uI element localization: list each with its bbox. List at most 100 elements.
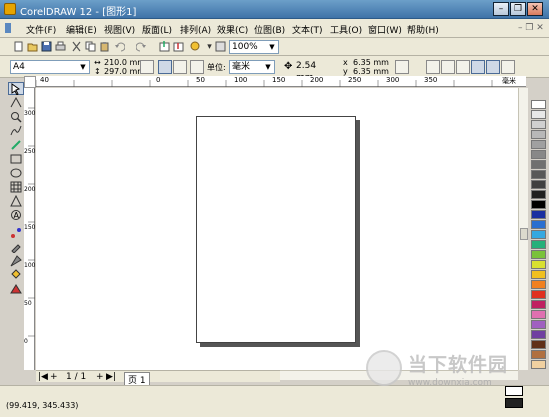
color-swatch[interactable] bbox=[531, 150, 546, 159]
color-swatch[interactable] bbox=[531, 120, 546, 129]
spin-up-icon[interactable] bbox=[140, 60, 154, 74]
vertical-scroll-thumb[interactable] bbox=[520, 228, 528, 240]
color-swatch[interactable] bbox=[531, 180, 546, 189]
menu-view[interactable]: 视图(V) bbox=[104, 23, 135, 36]
menu-bitmaps[interactable]: 位图(B) bbox=[254, 23, 285, 36]
vertical-scrollbar[interactable] bbox=[518, 88, 528, 370]
landscape-icon[interactable] bbox=[173, 60, 187, 74]
color-swatch[interactable] bbox=[531, 170, 546, 179]
text-tool-icon[interactable]: A bbox=[8, 208, 24, 221]
snap-to-guidelines-icon[interactable] bbox=[441, 60, 455, 74]
color-swatch[interactable] bbox=[531, 300, 546, 309]
dynamic-guides-icon[interactable] bbox=[471, 60, 485, 74]
application-launcher-icon[interactable] bbox=[189, 40, 202, 53]
color-swatch[interactable] bbox=[531, 210, 546, 219]
add-page-after-button[interactable]: + bbox=[96, 372, 104, 382]
basic-shapes-tool-icon[interactable] bbox=[8, 194, 24, 207]
units-select[interactable]: 毫米 ▼ bbox=[229, 60, 275, 74]
color-swatch[interactable] bbox=[531, 270, 546, 279]
paper-height-field[interactable]: 297.0 mm bbox=[104, 67, 145, 76]
export-icon[interactable] bbox=[172, 40, 185, 53]
color-swatch[interactable] bbox=[531, 200, 546, 209]
undo-icon[interactable] bbox=[113, 40, 126, 53]
close-button[interactable]: ✕ bbox=[527, 2, 543, 16]
color-swatch[interactable] bbox=[531, 320, 546, 329]
color-swatch[interactable] bbox=[531, 160, 546, 169]
color-swatch[interactable] bbox=[531, 310, 546, 319]
add-page-before-button[interactable]: + bbox=[50, 372, 58, 382]
portrait-icon[interactable] bbox=[158, 60, 172, 74]
document-page[interactable] bbox=[196, 116, 356, 343]
app-menu-icon[interactable] bbox=[4, 22, 12, 34]
last-page-button[interactable]: ▶| bbox=[106, 372, 116, 382]
color-swatch[interactable] bbox=[531, 220, 546, 229]
ellipse-tool-icon[interactable] bbox=[8, 166, 24, 179]
redo-icon[interactable] bbox=[135, 40, 148, 53]
rectangle-tool-icon[interactable] bbox=[8, 152, 24, 165]
color-swatch[interactable] bbox=[531, 230, 546, 239]
smart-fill-tool-icon[interactable] bbox=[8, 138, 24, 151]
interactive-fill-tool-icon[interactable] bbox=[8, 282, 24, 295]
maximize-button[interactable]: ❐ bbox=[510, 2, 526, 16]
menu-text[interactable]: 文本(T) bbox=[292, 23, 323, 36]
freehand-tool-icon[interactable] bbox=[8, 124, 24, 137]
save-icon[interactable] bbox=[40, 40, 53, 53]
color-swatch[interactable] bbox=[531, 140, 546, 149]
options-icon[interactable] bbox=[501, 60, 515, 74]
interactive-blend-tool-icon[interactable] bbox=[8, 226, 24, 239]
color-swatch[interactable] bbox=[531, 350, 546, 359]
spin-buttons-icon[interactable] bbox=[395, 60, 409, 74]
color-swatch[interactable] bbox=[531, 130, 546, 139]
menu-window[interactable]: 窗口(W) bbox=[368, 23, 402, 36]
paper-width-field[interactable]: 210.0 mm bbox=[104, 58, 145, 67]
paste-icon[interactable] bbox=[98, 40, 111, 53]
color-swatch[interactable] bbox=[531, 190, 546, 199]
horizontal-ruler[interactable]: 40 0 50 100 150 200 250 300 350 毫米 bbox=[35, 76, 526, 87]
color-swatch[interactable] bbox=[531, 110, 546, 119]
menu-file[interactable]: 文件(F) bbox=[26, 23, 56, 36]
ruler-origin[interactable] bbox=[24, 76, 36, 88]
duplicate-y-field[interactable]: 6.35 mm bbox=[353, 67, 389, 76]
menu-effects[interactable]: 效果(C) bbox=[217, 23, 248, 36]
first-page-button[interactable]: |◀ bbox=[38, 372, 48, 382]
snap-to-grid-icon[interactable] bbox=[426, 60, 440, 74]
import-icon[interactable] bbox=[158, 40, 171, 53]
corel-online-icon[interactable] bbox=[214, 40, 227, 53]
color-swatch[interactable] bbox=[531, 250, 546, 259]
color-swatch[interactable] bbox=[531, 100, 546, 109]
graph-paper-tool-icon[interactable] bbox=[8, 180, 24, 193]
mdi-controls[interactable]: – ❐ ✕ bbox=[518, 23, 544, 33]
menu-help[interactable]: 帮助(H) bbox=[407, 23, 439, 36]
minimize-button[interactable]: – bbox=[493, 2, 509, 16]
fill-color-indicator[interactable] bbox=[505, 398, 523, 408]
pick-tool-icon[interactable] bbox=[8, 82, 24, 95]
color-swatch[interactable] bbox=[531, 340, 546, 349]
all-pages-icon[interactable] bbox=[190, 60, 204, 74]
menu-edit[interactable]: 编辑(E) bbox=[66, 23, 97, 36]
color-swatch[interactable] bbox=[531, 330, 546, 339]
nudge-distance-field[interactable]: 2.54 mm bbox=[294, 60, 336, 83]
vertical-ruler[interactable]: 300 250 200 150 100 50 0 bbox=[24, 88, 35, 370]
treat-as-filled-icon[interactable] bbox=[486, 60, 500, 74]
open-folder-icon[interactable] bbox=[26, 40, 39, 53]
color-swatch[interactable] bbox=[531, 290, 546, 299]
menu-layout[interactable]: 版面(L) bbox=[142, 23, 172, 36]
snap-to-objects-icon[interactable] bbox=[456, 60, 470, 74]
copy-icon[interactable] bbox=[84, 40, 97, 53]
zoom-level-select[interactable]: 100% ▼ bbox=[229, 40, 279, 54]
color-swatch[interactable] bbox=[531, 260, 546, 269]
shape-tool-icon[interactable] bbox=[8, 96, 24, 109]
menu-arrange[interactable]: 排列(A) bbox=[180, 23, 211, 36]
outline-tool-icon[interactable] bbox=[8, 254, 24, 267]
print-icon[interactable] bbox=[54, 40, 67, 53]
paper-size-select[interactable]: A4 ▼ bbox=[10, 60, 90, 74]
color-swatch[interactable] bbox=[531, 280, 546, 289]
duplicate-x-field[interactable]: 6.35 mm bbox=[353, 58, 389, 67]
cut-icon[interactable] bbox=[70, 40, 83, 53]
color-swatch[interactable] bbox=[531, 240, 546, 249]
menu-tools[interactable]: 工具(O) bbox=[330, 23, 362, 36]
fill-tool-icon[interactable] bbox=[8, 268, 24, 281]
new-document-icon[interactable] bbox=[12, 40, 25, 53]
color-swatch[interactable] bbox=[531, 360, 546, 369]
eyedropper-tool-icon[interactable] bbox=[8, 240, 24, 253]
